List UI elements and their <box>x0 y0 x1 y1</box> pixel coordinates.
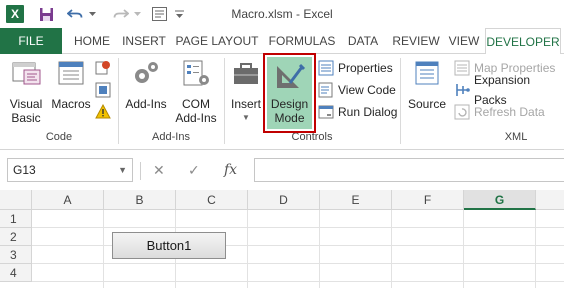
view-code-icon <box>318 82 333 98</box>
properties-button[interactable]: Properties <box>318 58 398 78</box>
visual-basic-label-1: Visual <box>9 97 43 111</box>
insert-function-icon[interactable]: fx <box>224 162 237 178</box>
addins-gear-icon <box>135 62 158 83</box>
sheet-form-button[interactable]: Button1 <box>112 232 226 259</box>
gridline <box>247 210 248 288</box>
row-header-4[interactable]: 4 <box>0 264 32 282</box>
insert-control-label: Insert <box>230 97 261 111</box>
tab-home[interactable]: HOME <box>68 28 116 54</box>
ribbon-separator <box>400 58 401 144</box>
name-box-value: G13 <box>13 163 36 177</box>
com-addins-button[interactable]: COM Add-Ins <box>172 58 220 125</box>
row-header-1[interactable]: 1 <box>0 210 32 228</box>
addins-button[interactable]: Add-Ins <box>122 58 170 111</box>
run-dialog-button[interactable]: Run Dialog <box>318 102 398 122</box>
enter-icon[interactable]: ✓ <box>188 162 200 179</box>
tab-page-layout[interactable]: PAGE LAYOUT <box>172 28 262 54</box>
formula-bar: G13 ▼ ✕ ✓ fx <box>0 150 564 190</box>
column-header-f[interactable]: F <box>392 190 464 210</box>
select-all-corner[interactable] <box>0 190 32 210</box>
formula-bar-separator <box>140 162 141 180</box>
cancel-icon[interactable]: ✕ <box>153 162 165 179</box>
design-mode-label-2: Mode <box>274 111 305 125</box>
expansion-packs-icon <box>456 84 470 96</box>
column-header-overflow <box>536 190 564 210</box>
window-title: Macro.xlsm - Excel <box>231 7 333 21</box>
expansion-packs-button[interactable]: Expansion Packs <box>454 73 562 107</box>
design-mode-icon <box>277 63 306 88</box>
title-bar: X Macro.xlsm - Excel <box>0 0 564 28</box>
tab-formulas[interactable]: FORMULAS <box>266 28 338 54</box>
visual-basic-icon <box>12 62 41 85</box>
com-addins-label-1: COM <box>182 97 210 111</box>
gridline <box>391 210 392 288</box>
run-dialog-icon <box>318 105 334 119</box>
macros-icon <box>58 61 84 85</box>
insert-dropdown-icon: ▼ <box>242 113 250 122</box>
gridline <box>535 210 536 288</box>
macros-label: Macros <box>51 97 91 111</box>
com-addins-icon <box>183 60 209 86</box>
column-header-g[interactable]: G <box>464 190 536 210</box>
formula-input[interactable] <box>254 158 564 182</box>
gridline <box>32 263 564 264</box>
column-header-b[interactable]: B <box>104 190 176 210</box>
design-mode-button[interactable]: Design Mode <box>267 57 312 129</box>
gridline <box>32 281 564 282</box>
xml-source-button[interactable]: Source <box>405 58 449 111</box>
column-header-c[interactable]: C <box>176 190 248 210</box>
sheet-grid: A B C D E F G 1 2 3 4 Button1 <box>0 190 564 288</box>
gridline <box>319 210 320 288</box>
column-header-d[interactable]: D <box>248 190 320 210</box>
record-macro-icon <box>95 61 110 75</box>
view-code-button[interactable]: View Code <box>318 80 398 100</box>
gridline <box>32 227 564 228</box>
record-macro-button[interactable] <box>95 58 113 78</box>
gridline <box>463 210 464 288</box>
visual-basic-button[interactable]: Visual Basic <box>6 58 46 125</box>
insert-control-button[interactable]: Insert ▼ <box>228 58 264 125</box>
run-dialog-label: Run Dialog <box>338 105 398 119</box>
xml-source-icon <box>415 61 439 85</box>
group-label-code: Code <box>45 131 73 143</box>
group-label-addins: Add-Ins <box>152 131 190 143</box>
name-box-dropdown-icon[interactable]: ▼ <box>118 159 127 181</box>
view-code-label: View Code <box>338 83 396 97</box>
macro-security-icon <box>95 104 111 119</box>
tab-file[interactable]: FILE <box>0 28 62 54</box>
relative-references-icon <box>95 82 111 98</box>
tab-view[interactable]: VIEW <box>446 28 482 54</box>
refresh-data-icon <box>454 104 470 120</box>
column-header-e[interactable]: E <box>320 190 392 210</box>
ribbon-tabs: FILE HOME INSERT PAGE LAYOUT FORMULAS DA… <box>0 28 564 55</box>
addins-label: Add-Ins <box>125 97 167 111</box>
tab-insert[interactable]: INSERT <box>118 28 170 54</box>
map-properties-icon <box>454 60 470 76</box>
toolbox-icon <box>234 63 258 84</box>
design-mode-label-1: Design <box>270 97 309 111</box>
refresh-data-label: Refresh Data <box>474 105 545 119</box>
visual-basic-label-2: Basic <box>11 111 41 125</box>
group-label-xml: XML <box>504 131 528 143</box>
macro-security-button[interactable] <box>95 102 113 122</box>
gridline <box>103 210 104 288</box>
xml-source-label: Source <box>407 97 447 111</box>
row-header-3[interactable]: 3 <box>0 246 32 264</box>
properties-icon <box>318 60 334 76</box>
macros-button[interactable]: Macros <box>50 58 92 111</box>
row-header-2[interactable]: 2 <box>0 228 32 246</box>
tab-developer[interactable]: DEVELOPER <box>485 28 561 55</box>
relative-references-button[interactable] <box>95 80 113 100</box>
properties-label: Properties <box>338 61 393 75</box>
com-addins-label-2: Add-Ins <box>175 111 217 125</box>
design-mode-highlight: Design Mode <box>263 53 316 133</box>
column-header-a[interactable]: A <box>32 190 104 210</box>
tab-review[interactable]: REVIEW <box>390 28 442 54</box>
name-box[interactable]: G13 ▼ <box>7 158 133 182</box>
tab-data[interactable]: DATA <box>342 28 384 54</box>
refresh-data-button[interactable]: Refresh Data <box>454 102 562 122</box>
